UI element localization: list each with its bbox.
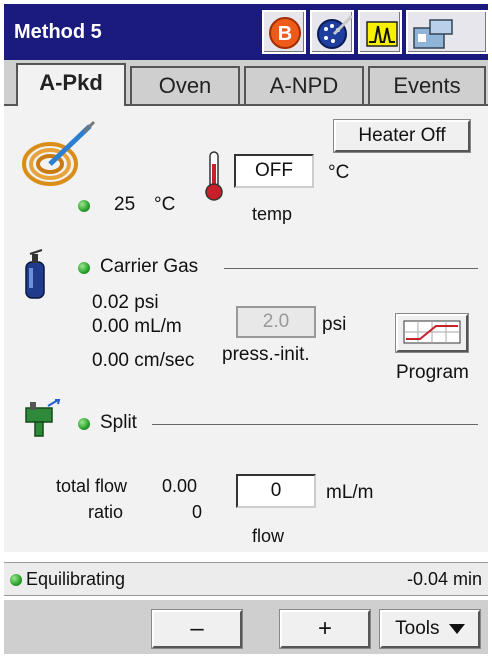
dial-icon[interactable]: [310, 10, 354, 54]
instrument-icon[interactable]: [406, 10, 488, 54]
caret-down-icon: [448, 623, 465, 634]
split-status-led: [78, 418, 90, 430]
program-graph-icon: [403, 320, 461, 344]
carrier-gas-velocity: 0.00 cm/sec: [92, 350, 195, 371]
tools-menu-button[interactable]: Tools: [379, 609, 481, 649]
split-valve-icon: [22, 398, 62, 443]
tools-label: Tools: [395, 618, 440, 639]
ratio-value: 0: [192, 502, 203, 522]
carrier-gas-flow: 0.00 mL/m: [92, 316, 182, 337]
gas-cylinder-icon: [20, 248, 50, 305]
total-flow-label: total flow: [56, 476, 128, 496]
status-led: [10, 574, 22, 586]
column-coil-icon: [20, 120, 100, 195]
window-title: Method 5: [14, 21, 102, 43]
program-button[interactable]: [395, 313, 469, 353]
increment-button[interactable]: +: [279, 609, 371, 649]
temperature-setpoint-caption: temp: [252, 204, 293, 224]
tab-oven[interactable]: Oven: [130, 66, 240, 104]
tab-a-pkd[interactable]: A-Pkd: [16, 63, 126, 106]
title-bar: Method 5 B: [4, 4, 488, 60]
tab-events[interactable]: Events: [368, 66, 486, 104]
status-time: -0.04 min: [406, 569, 482, 589]
tab-a-npd[interactable]: A-NPD: [244, 66, 364, 104]
a-pkd-panel: 25 °C OFF °C temp Heater Off Carrier Gas…: [4, 106, 488, 552]
chromatogram-icon[interactable]: [358, 10, 402, 54]
total-flow-value: 0.00: [162, 476, 198, 496]
carrier-gas-pressure: 0.02 psi: [92, 292, 159, 313]
actual-temperature-value: 25: [114, 194, 136, 215]
program-label: Program: [396, 362, 469, 383]
split-flow-unit: mL/m: [326, 482, 374, 503]
status-bar: Equilibrating -0.04 min: [4, 562, 488, 596]
temperature-setpoint-unit: °C: [328, 162, 350, 183]
status-text: Equilibrating: [26, 569, 126, 589]
pressure-init-caption: press.-init.: [222, 344, 310, 365]
split-label: Split: [100, 412, 137, 433]
temperature-status-led: [78, 200, 90, 212]
ratio-label: ratio: [88, 502, 124, 522]
tab-bar: A-Pkd Oven A-NPD Events: [4, 60, 488, 106]
decrement-button[interactable]: –: [151, 609, 243, 649]
carrier-gas-label: Carrier Gas: [100, 256, 199, 277]
svg-text:B: B: [278, 23, 292, 45]
pressure-init-unit: psi: [322, 314, 347, 335]
temperature-setpoint-field[interactable]: OFF: [234, 154, 314, 188]
heater-off-button[interactable]: Heater Off: [333, 119, 471, 153]
split-flow-field[interactable]: 0: [236, 474, 316, 508]
split-divider: [152, 424, 478, 425]
carrier-gas-divider: [224, 268, 478, 269]
b-icon[interactable]: B: [262, 10, 306, 54]
split-flow-caption: flow: [252, 526, 285, 546]
thermometer-icon: [202, 150, 226, 207]
actual-temperature-unit: °C: [154, 194, 176, 215]
carrier-gas-status-led: [78, 262, 90, 274]
pressure-init-field[interactable]: 2.0: [236, 306, 316, 338]
bottom-toolbar: – + Tools: [4, 600, 488, 654]
